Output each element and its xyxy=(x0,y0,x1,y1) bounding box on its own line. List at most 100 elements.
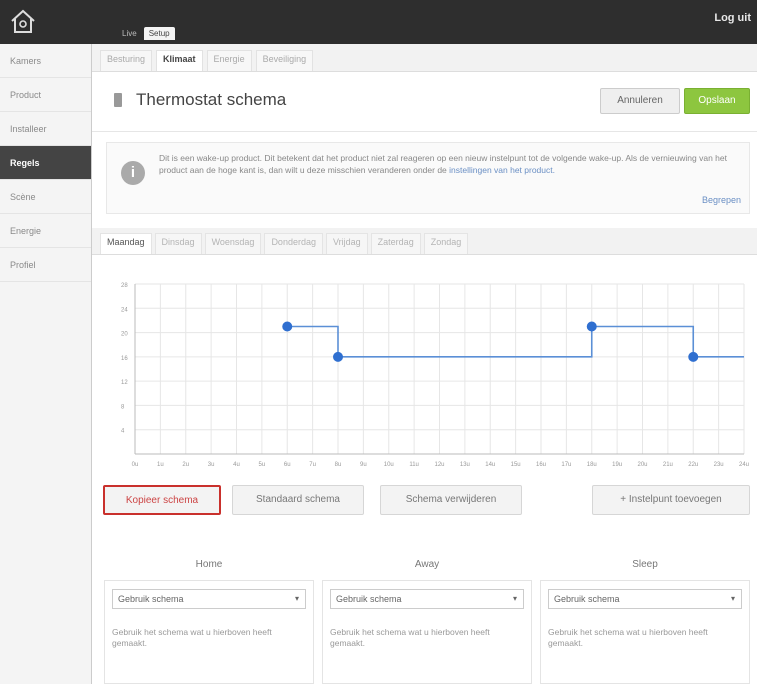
dismiss-link[interactable]: Begrepen xyxy=(702,195,741,205)
sidebar-item-kamers[interactable]: Kamers xyxy=(0,44,91,78)
tab-woensdag[interactable]: Woensdag xyxy=(204,233,262,254)
x-tick-label: 11u xyxy=(409,462,419,468)
select-value: Gebruik schema xyxy=(336,594,402,604)
tab-besturing[interactable]: Besturing xyxy=(100,50,153,71)
x-tick-label: 13u xyxy=(460,462,470,468)
chevron-down-icon: ▾ xyxy=(512,594,517,603)
save-button[interactable]: Opslaan xyxy=(684,88,750,114)
away-mode-select[interactable]: Gebruik schema ▾ xyxy=(330,589,524,609)
info-box: i Dit is een wake-up product. Dit beteke… xyxy=(106,142,750,214)
setpoint-marker xyxy=(282,321,293,332)
setpoint-marker xyxy=(688,351,699,362)
y-tick-label: 16 xyxy=(121,356,128,362)
x-tick-label: 15u xyxy=(511,462,521,468)
y-tick-label: 24 xyxy=(121,307,128,313)
home-mode-select[interactable]: Gebruik schema ▾ xyxy=(112,589,306,609)
mode-home: Home Gebruik schema ▾ Gebruik het schema … xyxy=(104,550,314,684)
mode-title: Home xyxy=(195,559,223,570)
logout-button[interactable]: Log uit xyxy=(714,12,751,24)
y-tick-label: 12 xyxy=(121,380,128,386)
add-setpoint-button[interactable]: + Instelpunt toevoegen xyxy=(592,485,750,515)
title-row: Thermostat schema Annuleren Opslaan xyxy=(92,72,757,132)
home-icon[interactable] xyxy=(8,6,38,36)
y-tick-label: 20 xyxy=(121,332,128,338)
thermostat-icon xyxy=(114,93,122,107)
x-tick-label: 22u xyxy=(688,462,698,468)
page-title: Thermostat schema xyxy=(136,90,287,109)
x-tick-label: 23u xyxy=(714,462,724,468)
add-setpoint-label: Instelpunt toevoegen xyxy=(628,494,722,505)
tab-beveiliging[interactable]: Beveiliging xyxy=(255,50,314,71)
x-tick-label: 7u xyxy=(309,462,316,468)
tab-vrijdag[interactable]: Vrijdag xyxy=(325,233,368,254)
x-tick-label: 18u xyxy=(587,462,597,468)
mode-title: Sleep xyxy=(632,559,658,570)
x-tick-label: 19u xyxy=(612,462,622,468)
mode-title: Away xyxy=(414,559,440,570)
x-tick-label: 17u xyxy=(561,462,571,468)
tab-zaterdag[interactable]: Zaterdag xyxy=(370,233,421,254)
x-tick-label: 10u xyxy=(384,462,394,468)
mode-description: Gebruik het schema wat u hierboven heeft… xyxy=(548,627,708,648)
mode-body: Gebruik schema ▾ Gebruik het schema wat u… xyxy=(104,580,314,684)
top-bar: Live Setup Log uit xyxy=(0,0,757,44)
info-text-main: Dit is een wake-up product. Dit betekent… xyxy=(159,153,727,175)
tab-dinsdag[interactable]: Dinsdag xyxy=(154,233,202,254)
x-tick-label: 1u xyxy=(157,462,164,468)
x-tick-label: 5u xyxy=(259,462,266,468)
sidebar-item-scene[interactable]: Scène xyxy=(0,180,91,214)
mode-tabs: Live Setup xyxy=(117,27,175,40)
clear-schedule-button[interactable]: Schema verwijderen xyxy=(380,485,522,515)
x-tick-label: 0u xyxy=(132,462,139,468)
x-tick-label: 12u xyxy=(434,462,444,468)
tab-maandag[interactable]: Maandag xyxy=(100,233,152,254)
setpoint-marker xyxy=(586,321,597,332)
sidebar-item-installeer[interactable]: Installeer xyxy=(0,112,91,146)
tab-live[interactable]: Live xyxy=(117,27,142,40)
tab-setup[interactable]: Setup xyxy=(143,27,175,40)
x-tick-label: 24u xyxy=(739,462,749,468)
x-tick-label: 3u xyxy=(208,462,215,468)
tab-zondag[interactable]: Zondag xyxy=(423,233,469,254)
x-tick-label: 16u xyxy=(536,462,546,468)
sleep-mode-select[interactable]: Gebruik schema ▾ xyxy=(548,589,742,609)
x-tick-label: 21u xyxy=(663,462,673,468)
mode-body: Gebruik schema ▾ Gebruik het schema wat u… xyxy=(322,580,532,684)
plus-icon: + xyxy=(620,494,629,505)
cancel-button[interactable]: Annuleren xyxy=(600,88,680,114)
sidebar-item-regels[interactable]: Regels xyxy=(0,146,91,180)
category-tabs: Besturing Klimaat Energie Beveiliging xyxy=(92,44,757,72)
chevron-down-icon: ▾ xyxy=(730,594,735,603)
x-tick-label: 2u xyxy=(182,462,189,468)
default-schedule-button[interactable]: Standaard schema xyxy=(232,485,364,515)
action-row: Kopieer schema Standaard schema Schema v… xyxy=(92,485,757,519)
x-tick-label: 14u xyxy=(485,462,495,468)
day-tabs: Maandag Dinsdag Woensdag Donderdag Vrijd… xyxy=(92,228,757,255)
select-value: Gebruik schema xyxy=(554,594,620,604)
sidebar-item-energie[interactable]: Energie xyxy=(0,214,91,248)
x-tick-label: 20u xyxy=(637,462,647,468)
settings-link[interactable]: instellingen van het product. xyxy=(449,165,555,175)
info-icon: i xyxy=(121,161,145,185)
sidebar-item-product[interactable]: Product xyxy=(0,78,91,112)
mode-away: Away Gebruik schema ▾ Gebruik het schema … xyxy=(322,550,532,684)
mode-description: Gebruik het schema wat u hierboven heeft… xyxy=(330,627,490,648)
tab-klimaat[interactable]: Klimaat xyxy=(156,50,203,71)
copy-schedule-button[interactable]: Kopieer schema xyxy=(103,485,221,515)
x-tick-label: 8u xyxy=(335,462,342,468)
y-tick-label: 8 xyxy=(121,404,125,410)
mode-body: Gebruik schema ▾ Gebruik het schema wat u… xyxy=(540,580,750,684)
sidebar-item-profiel[interactable]: Profiel xyxy=(0,248,91,282)
sidebar: Kamers Product Installeer Regels Scène E… xyxy=(0,44,92,684)
mode-description: Gebruik het schema wat u hierboven heeft… xyxy=(112,627,272,648)
x-tick-label: 6u xyxy=(284,462,291,468)
mode-sleep: Sleep Gebruik schema ▾ Gebruik het schema… xyxy=(540,550,750,684)
y-tick-label: 4 xyxy=(121,429,125,435)
x-tick-label: 4u xyxy=(233,462,240,468)
select-value: Gebruik schema xyxy=(118,594,184,604)
chevron-down-icon: ▾ xyxy=(294,594,299,603)
tab-donderdag[interactable]: Donderdag xyxy=(264,233,323,254)
main-panel: Besturing Klimaat Energie Beveiliging Th… xyxy=(92,44,757,684)
schedule-chart[interactable]: 28 24 20 16 12 8 4 0u 1u 2u 3u 4u 5u 6u 7u 8u 9u 10u 11u 12… xyxy=(92,274,757,479)
tab-energie[interactable]: Energie xyxy=(206,50,252,71)
